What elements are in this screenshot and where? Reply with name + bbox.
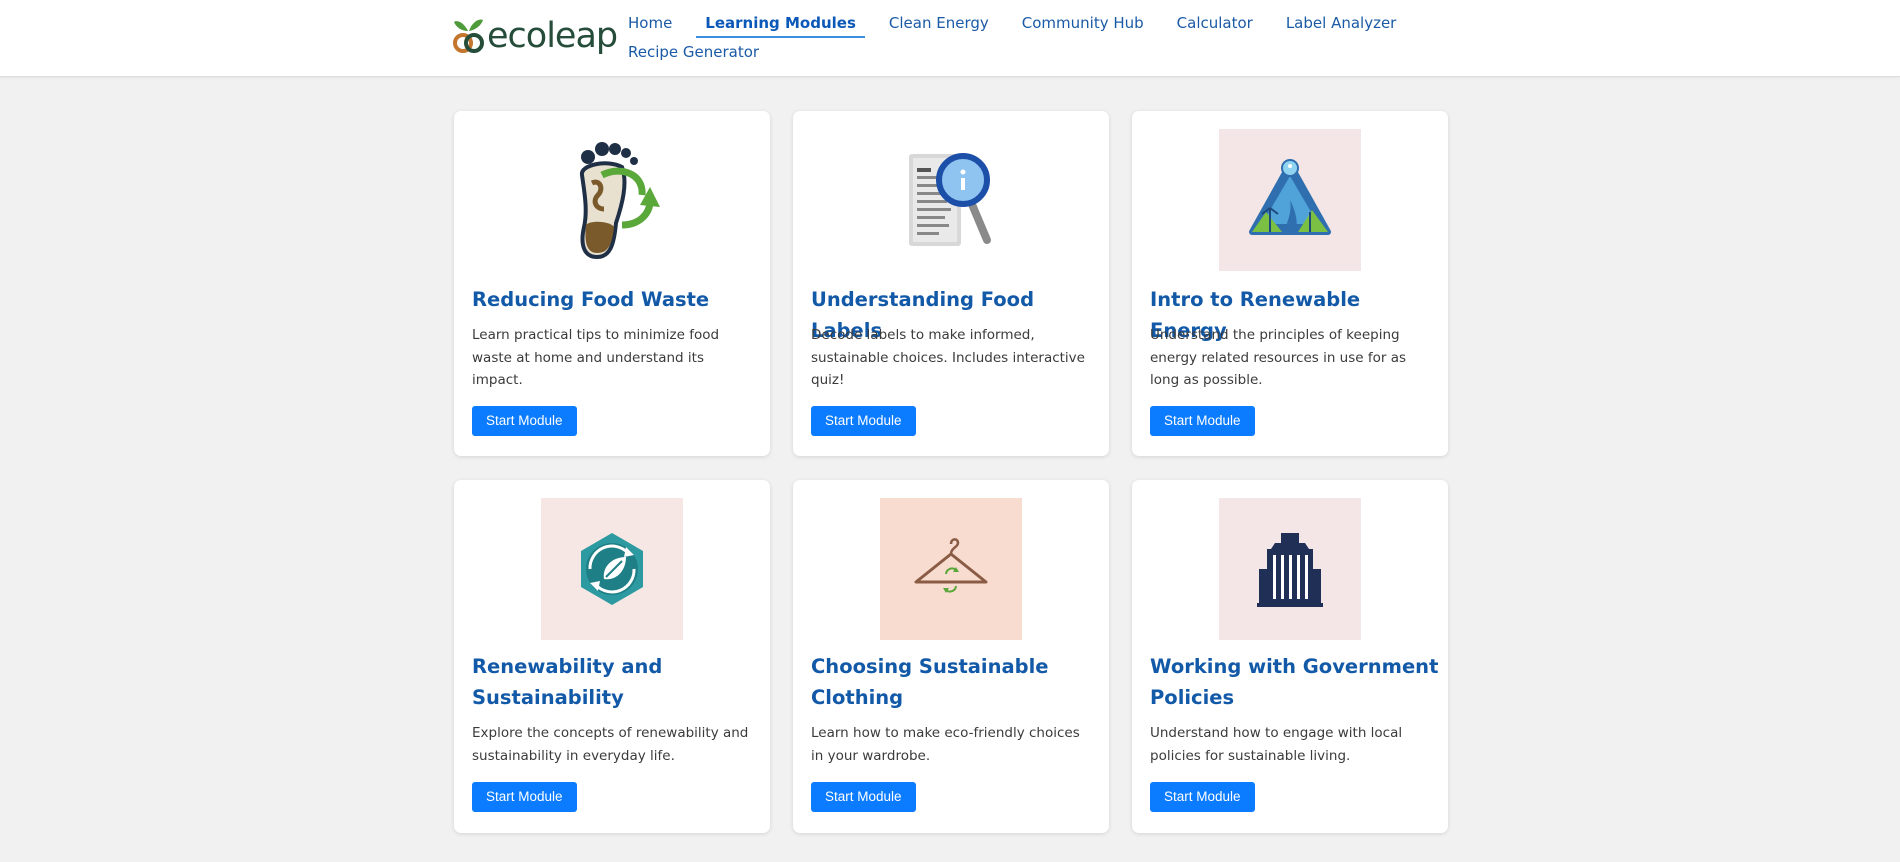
module-description: Learn practical tips to minimize food wa…	[472, 327, 720, 388]
start-module-button[interactable]: Start Module	[1150, 406, 1255, 436]
module-card: Intro to Renewable Energy Understand the…	[1132, 111, 1448, 456]
nav-clean-energy[interactable]: Clean Energy	[889, 11, 989, 40]
module-description: Learn how to make eco-friendly choices i…	[811, 725, 1080, 764]
module-title: Renewability and Sustainability	[472, 655, 663, 709]
footprint-recycle-icon	[541, 129, 683, 271]
module-card: Reducing Food Waste Learn practical tips…	[454, 111, 770, 456]
module-title: Working with Government Policies	[1150, 655, 1439, 709]
module-description: Understand the principles of keeping ene…	[1150, 327, 1407, 388]
module-card: Renewability and Sustainability Explore …	[454, 480, 770, 833]
renewable-landscape-icon	[1219, 129, 1361, 271]
module-description: Decode labels to make informed, sustaina…	[811, 327, 1085, 388]
start-module-button[interactable]: Start Module	[1150, 782, 1255, 812]
start-module-button[interactable]: Start Module	[811, 782, 916, 812]
nav-label-analyzer[interactable]: Label Analyzer	[1286, 11, 1397, 40]
nav-calculator[interactable]: Calculator	[1177, 11, 1253, 40]
logo-leaf-icon	[453, 19, 484, 53]
start-module-button[interactable]: Start Module	[811, 406, 916, 436]
start-module-button[interactable]: Start Module	[472, 406, 577, 436]
logo-text: ecoleap	[487, 16, 618, 56]
label-magnifier-icon	[880, 129, 1022, 271]
ecoleap-logo[interactable]: ecoleap	[453, 14, 618, 58]
site-header: ecoleap Home Learning Modules Clean Ener…	[0, 0, 1900, 77]
start-module-button[interactable]: Start Module	[472, 782, 577, 812]
module-title: Reducing Food Waste	[472, 288, 710, 311]
nav-community-hub[interactable]: Community Hub	[1022, 11, 1144, 40]
main-nav: Home Learning Modules Clean Energy Commu…	[628, 11, 1396, 69]
module-title: Choosing Sustainable Clothing	[811, 655, 1049, 709]
module-card: Working with Government Policies Underst…	[1132, 480, 1448, 833]
module-description: Understand how to engage with local poli…	[1150, 725, 1403, 764]
module-card: Understanding Food Labels Decode labels …	[793, 111, 1109, 456]
hanger-recycle-icon	[880, 498, 1022, 640]
module-card: Choosing Sustainable Clothing Learn how …	[793, 480, 1109, 833]
leaf-cycle-icon	[541, 498, 683, 640]
nav-recipe-generator[interactable]: Recipe Generator	[628, 40, 759, 69]
nav-learning-modules[interactable]: Learning Modules	[696, 11, 865, 38]
module-description: Explore the concepts of renewability and…	[472, 725, 749, 764]
government-building-icon	[1219, 498, 1361, 640]
nav-home[interactable]: Home	[628, 11, 672, 40]
